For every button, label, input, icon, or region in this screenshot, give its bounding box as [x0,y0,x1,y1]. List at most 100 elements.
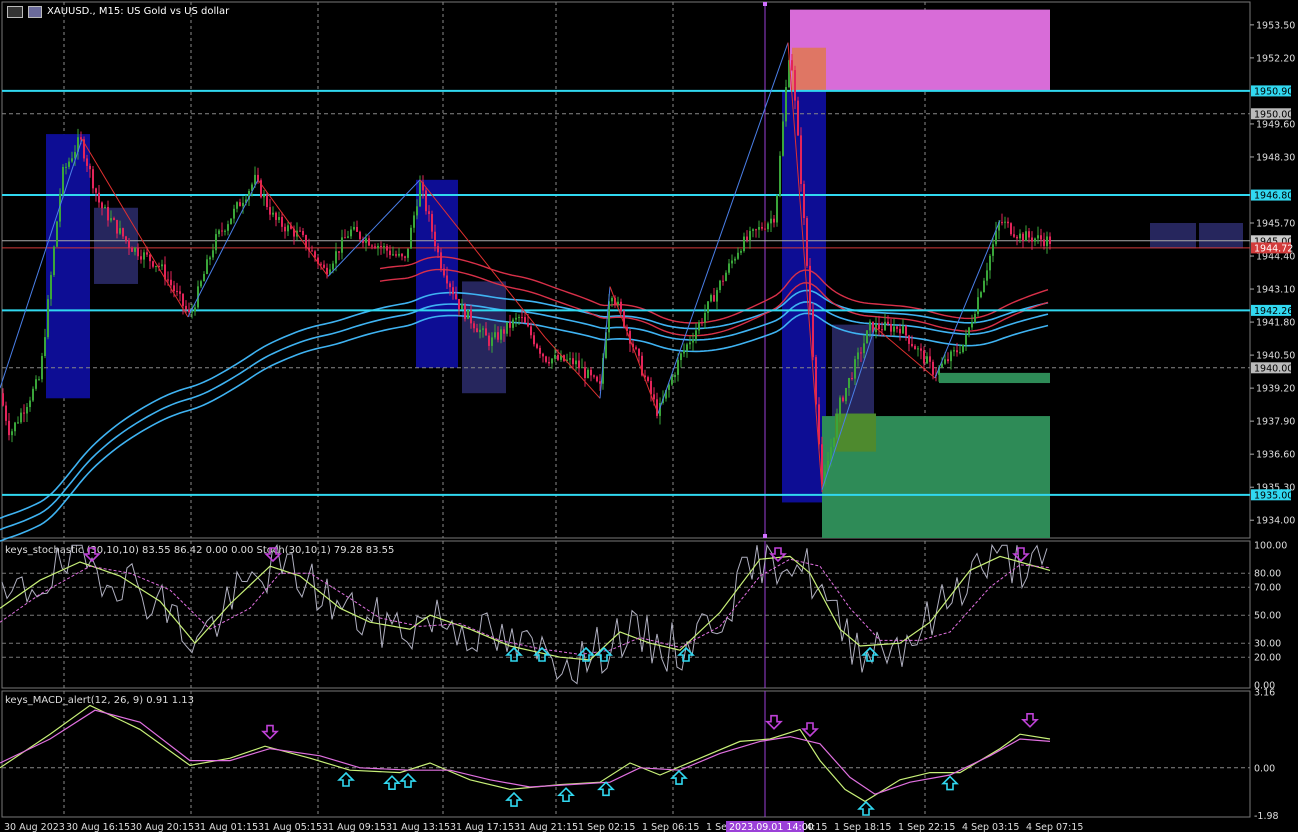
candle-body [239,202,241,207]
price-tick-label: 1937.90 [1256,417,1295,428]
candle-body [92,169,94,189]
candle-body [386,246,388,251]
price-chart-svg[interactable]: 1953.50 1952.20 1949.60 1948.30 1945.70 1944.… [0,0,1298,832]
candle-body [467,309,469,319]
candle-body [701,322,703,324]
candle-body [695,330,697,340]
candle-body [50,275,52,300]
candle-body [905,325,907,336]
candle-body [944,359,946,364]
level-label: 1944.72 [1254,243,1293,254]
candle-body [179,291,181,294]
candle-body [461,304,463,310]
candle-body [437,246,439,253]
candle-body [551,358,553,364]
candle-body [941,363,943,368]
candle-body [374,246,376,249]
candle-body [932,361,934,375]
candle-body [233,208,235,219]
macd-down-arrow-icon [261,724,279,740]
candle-body [200,281,202,287]
candle-body [929,356,931,362]
candle-body [1037,235,1039,239]
candle-body [983,280,985,293]
candle-body [281,217,283,227]
candle-body [350,229,352,237]
candle-body [134,247,136,252]
candle-body [440,252,442,269]
candle-body [542,353,544,357]
candle-body [833,437,835,448]
candle-body [476,328,478,333]
candle-body [779,155,781,196]
candle-body [794,70,796,101]
candle-body [140,256,142,260]
candle-body [770,218,772,224]
time-tick-label: 30 Aug 2023 [4,822,65,832]
candle-body [383,246,385,248]
price-tick-label: 1934.00 [1256,516,1295,527]
candle-body [443,268,445,276]
macd-tick-label: 3.16 [1254,687,1275,698]
candle-body [332,263,334,270]
candle-body [341,237,343,253]
candle-body [638,348,640,356]
candle-body [767,223,769,230]
candle-body [203,273,205,282]
candle-body [191,311,193,313]
candle-body [89,165,91,170]
macd-up-arrow-icon [857,800,875,816]
candle-body [992,244,994,256]
candle-body [719,280,721,291]
candle-body [434,231,436,247]
candle-body [845,387,847,402]
candle-body [800,135,802,185]
candle-body [575,360,577,365]
candle-body [524,317,526,323]
pane-frame-0 [1,1,1251,539]
candle-body [56,221,58,247]
price-tick-label: 1939.20 [1256,384,1295,395]
candle-body [956,350,958,353]
candle-body [149,254,151,262]
candle-body [881,329,883,331]
candle-body [1001,222,1003,224]
candle-body [617,301,619,305]
candle-body [314,251,316,258]
candle-body [647,377,649,381]
candle-body [215,234,217,251]
candle-body [377,245,379,249]
candle-body [812,309,814,358]
candle-body [1016,236,1018,239]
zone-green [939,372,1050,384]
candle-body [353,226,355,230]
candle-body [131,247,133,252]
candle-body [635,347,637,349]
candle-body [209,257,211,260]
candle-body [167,279,169,281]
candle-body [971,322,973,328]
candle-body [416,206,418,216]
candle-body [749,230,751,241]
candle-body [554,355,556,359]
price-tick-label: 1943.10 [1256,285,1295,296]
level-label: 1950.00 [1254,109,1293,120]
candle-body [392,254,394,256]
candle-body [947,359,949,362]
price-tick-label: 1949.60 [1256,119,1295,130]
candle-body [518,317,520,319]
candle-body [692,339,694,343]
candle-body [101,202,103,209]
macd-signal-line [0,709,1051,795]
candle-body [908,335,910,344]
zone-pink [790,9,1050,91]
candle-body [1019,233,1021,239]
stoch-tick-label: 80.00 [1254,569,1281,580]
candle-body [968,327,970,335]
candle-body [581,367,583,369]
price-tick-label: 1952.20 [1256,53,1295,64]
candle-body [5,405,7,421]
candle-body [557,355,559,360]
stoch-tick-label: 30.00 [1254,639,1281,650]
candle-body [869,321,871,331]
